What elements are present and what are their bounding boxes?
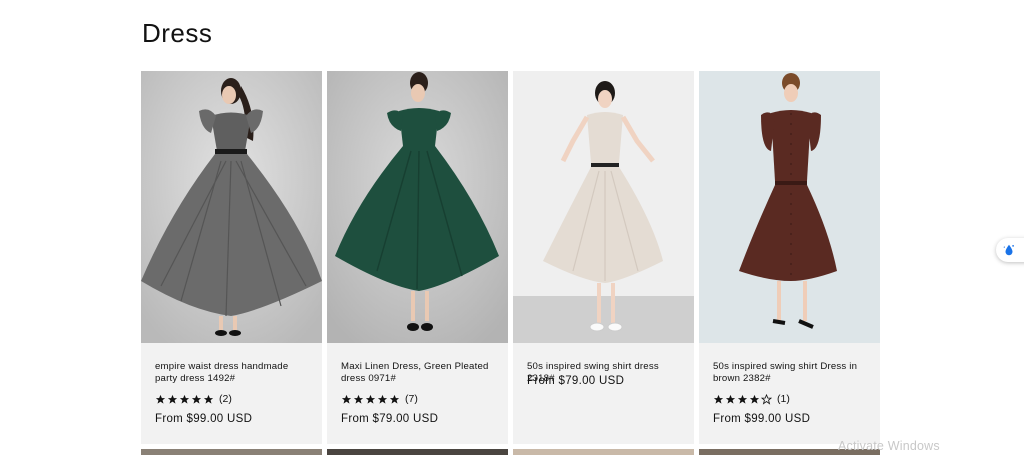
- product-image[interactable]: [699, 71, 880, 343]
- product-image[interactable]: [513, 449, 694, 455]
- rating: (1): [713, 392, 868, 406]
- product-title[interactable]: 50s inspired swing shirt Dress in brown …: [713, 361, 868, 385]
- star-filled-icon: [191, 394, 202, 404]
- droplet-icon: [1003, 244, 1014, 256]
- product-price: From $99.00 USD: [713, 413, 811, 425]
- review-count: (7): [405, 393, 418, 405]
- star-filled-icon: [155, 394, 166, 404]
- star-filled-icon: [353, 394, 364, 404]
- product-price: From $79.00 USD: [341, 413, 439, 425]
- star-filled-icon: [365, 394, 376, 404]
- product-grid: empire waist dress handmade party dress …: [141, 71, 880, 444]
- page-title: Dress: [142, 18, 213, 48]
- product-card[interactable]: 50s inspired swing shirt dress 2318# Fro…: [513, 71, 694, 444]
- star-filled-icon: [725, 394, 736, 404]
- product-price: From $79.00 USD: [527, 375, 625, 387]
- rating: (7): [341, 392, 496, 406]
- star-filled-icon: [341, 394, 352, 404]
- product-image[interactable]: [327, 449, 508, 455]
- rating: (2): [155, 392, 310, 406]
- product-title[interactable]: empire waist dress handmade party dress …: [155, 361, 310, 385]
- product-card[interactable]: Maxi Linen Dress, Green Pleated dress 09…: [327, 71, 508, 444]
- review-count: (2): [219, 393, 232, 405]
- product-image[interactable]: [513, 71, 694, 343]
- product-image[interactable]: [141, 449, 322, 455]
- product-title[interactable]: Maxi Linen Dress, Green Pleated dress 09…: [341, 361, 496, 385]
- product-image[interactable]: [141, 71, 322, 343]
- star-filled-icon: [389, 394, 400, 404]
- accessibility-widget[interactable]: [996, 238, 1024, 262]
- star-filled-icon: [377, 394, 388, 404]
- product-image[interactable]: [327, 71, 508, 343]
- next-row-product-images[interactable]: [141, 449, 880, 455]
- star-filled-icon: [167, 394, 178, 404]
- product-card[interactable]: 50s inspired swing shirt Dress in brown …: [699, 71, 880, 444]
- windows-activation-watermark: Activate Windows: [838, 439, 940, 453]
- star-empty-icon: [761, 393, 772, 405]
- product-price: From $99.00 USD: [155, 413, 253, 425]
- product-title[interactable]: 50s inspired swing shirt dress 2318#: [527, 361, 682, 384]
- star-filled-icon: [203, 394, 214, 404]
- star-filled-icon: [737, 394, 748, 404]
- star-filled-icon: [749, 394, 760, 404]
- product-card[interactable]: empire waist dress handmade party dress …: [141, 71, 322, 444]
- star-filled-icon: [713, 394, 724, 404]
- star-filled-icon: [179, 394, 190, 404]
- review-count: (1): [777, 393, 790, 405]
